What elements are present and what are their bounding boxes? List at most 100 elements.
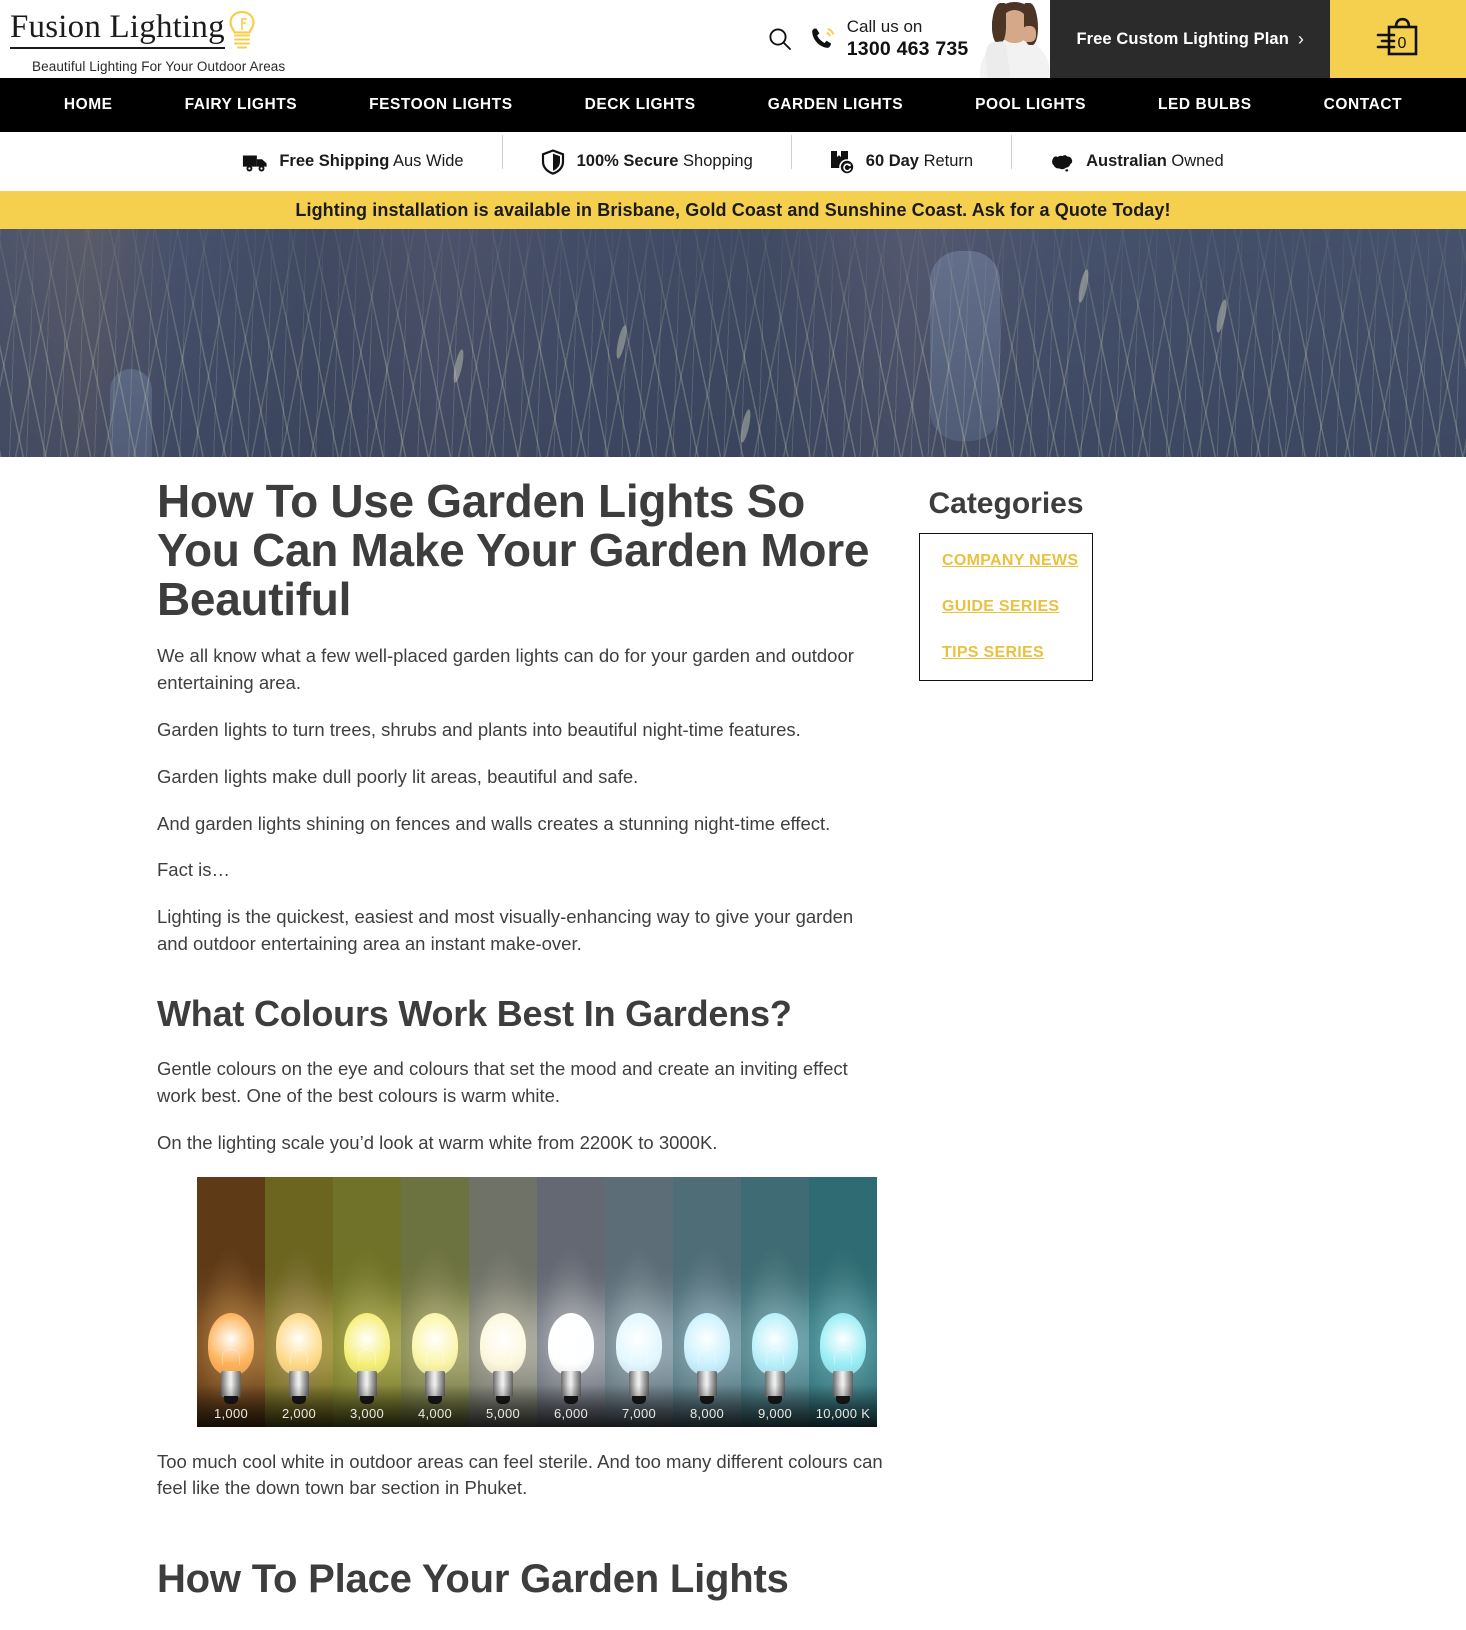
bulb-base xyxy=(425,1370,445,1404)
chevron-right-icon: › xyxy=(1297,28,1304,49)
categories-box: COMPANY NEWS GUIDE SERIES TIPS SERIES xyxy=(919,533,1093,681)
article-column: How To Use Garden Lights So You Can Make… xyxy=(0,477,905,1626)
phone-block[interactable]: Call us on 1300 463 735 xyxy=(808,0,979,78)
lightbulb-icon xyxy=(820,1312,866,1375)
australia-map-icon xyxy=(1052,154,1073,171)
kelvin-label: 6,000 xyxy=(553,1405,589,1421)
sidebar-link-guide-series[interactable]: GUIDE SERIES xyxy=(942,598,1092,616)
kelvin-scale-figure: 1,000 2,000 3,000 4,000 5,000 6,000 7,000 8,000… xyxy=(197,1176,877,1427)
free-custom-lighting-plan-button[interactable]: Free Custom Lighting Plan › xyxy=(1050,0,1330,78)
kelvin-label: 7,000 xyxy=(621,1405,657,1421)
lightbulb-icon xyxy=(229,10,255,49)
return-box-icon xyxy=(830,150,855,175)
nav-item-garden-lights[interactable]: GARDEN LIGHTS xyxy=(732,96,939,114)
bulb-filament xyxy=(698,1348,716,1365)
lightbulb-icon xyxy=(276,1312,322,1375)
lightbulb-icon xyxy=(548,1312,594,1375)
cta-label: Free Custom Lighting Plan xyxy=(1076,29,1289,48)
trust-item-free-shipping: Free Shipping Aus Wide xyxy=(204,149,501,175)
kelvin-label: 4,000 xyxy=(417,1405,453,1421)
site-header: Fusion Lighting Beautiful Lighting For Y… xyxy=(0,0,1466,78)
nav-item-led-bulbs[interactable]: LED BULBS xyxy=(1122,96,1288,114)
trust-item-secure-shopping: 100% Secure Shopping xyxy=(501,134,791,175)
bulb-base xyxy=(357,1370,377,1404)
sidebar-link-company-news[interactable]: COMPANY NEWS xyxy=(942,552,1092,570)
phone-number[interactable]: 1300 463 735 xyxy=(847,37,969,61)
lightbulb-icon xyxy=(344,1312,390,1375)
bulb-base xyxy=(833,1370,853,1404)
bulb-filament xyxy=(562,1348,580,1365)
lightbulb-icon xyxy=(752,1312,798,1375)
search-button[interactable] xyxy=(752,0,808,78)
trust-label-rest: Aus Wide xyxy=(389,152,464,170)
lightbulb-icon xyxy=(208,1312,254,1375)
trust-bar: Free Shipping Aus Wide 100% Secure Shopp… xyxy=(0,132,1466,191)
cart-count: 0 xyxy=(1398,35,1407,52)
bulb-base xyxy=(561,1370,581,1404)
paragraph-fact-is: Fact is… xyxy=(157,859,230,881)
bulb-filament xyxy=(222,1348,240,1365)
lightbulb-icon xyxy=(684,1312,730,1375)
kelvin-cell: 6,000 xyxy=(537,1176,605,1427)
trust-label-strong: 60 Day xyxy=(865,152,919,170)
sidebar-link-tips-series[interactable]: TIPS SERIES xyxy=(942,644,1092,662)
trust-item-60-day-return: 60 Day Return xyxy=(790,134,1011,175)
nav-item-deck-lights[interactable]: DECK LIGHTS xyxy=(549,96,732,114)
kelvin-label: 10,000 K xyxy=(815,1405,871,1421)
nav-item-fairy-lights[interactable]: FAIRY LIGHTS xyxy=(149,96,334,114)
nav-item-festoon-lights[interactable]: FESTOON LIGHTS xyxy=(333,96,548,114)
kelvin-cell: 4,000 xyxy=(401,1176,469,1427)
section-heading-colours: What Colours Work Best In Gardens? xyxy=(157,992,792,1034)
trust-label-rest: Owned xyxy=(1166,152,1224,170)
bulb-filament xyxy=(834,1348,852,1365)
lightbulb-icon xyxy=(412,1312,458,1375)
search-icon xyxy=(769,28,791,50)
kelvin-cell: 10,000 K xyxy=(809,1176,877,1427)
trust-item-australian-owned: Australian Owned xyxy=(1011,134,1262,175)
logo-title: Fusion Lighting xyxy=(10,8,225,49)
bulb-base xyxy=(289,1370,309,1404)
kelvin-cell: 3,000 xyxy=(333,1176,401,1427)
section-heading-place-lights: How To Place Your Garden Lights xyxy=(157,1557,789,1602)
bulb-filament xyxy=(358,1348,376,1365)
phone-label: Call us on xyxy=(846,17,923,37)
lightbulb-icon xyxy=(480,1312,526,1375)
colour-temperature-scale-image: 1,000 2,000 3,000 4,000 5,000 6,000 7,000 8,000… xyxy=(197,1176,877,1427)
trust-label-strong: Australian xyxy=(1086,152,1167,170)
paragraph-colours-1: Gentle colours on the eye and colours th… xyxy=(157,1058,848,1106)
kelvin-cell: 8,000 xyxy=(673,1176,741,1427)
bulb-filament xyxy=(630,1348,648,1365)
categories-title: Categories xyxy=(928,487,1084,520)
hero-banner-image xyxy=(0,229,1466,457)
site-logo[interactable]: Fusion Lighting Beautiful Lighting For Y… xyxy=(0,0,285,78)
lightbulb-icon xyxy=(616,1312,662,1375)
nav-item-home[interactable]: HOME xyxy=(28,96,149,114)
paragraph-intro-3: Garden lights make dull poorly lit areas… xyxy=(157,765,639,787)
bulb-filament xyxy=(494,1348,512,1365)
kelvin-label: 2,000 xyxy=(281,1405,317,1421)
kelvin-cell: 9,000 xyxy=(741,1176,809,1427)
nav-item-pool-lights[interactable]: POOL LIGHTS xyxy=(939,96,1122,114)
bulb-base xyxy=(697,1370,717,1404)
bulb-base xyxy=(221,1370,241,1404)
cart-button[interactable]: 0 xyxy=(1330,0,1466,78)
shopping-bag-icon: 0 xyxy=(1376,17,1418,56)
bulb-filament xyxy=(426,1348,444,1365)
bulb-base xyxy=(493,1370,513,1404)
kelvin-cell: 1,000 xyxy=(197,1176,265,1427)
phone-icon xyxy=(811,28,834,48)
bulb-filament xyxy=(766,1348,784,1365)
kelvin-label: 8,000 xyxy=(689,1405,725,1421)
promo-banner[interactable]: Lighting installation is available in Br… xyxy=(0,191,1466,229)
kelvin-cell: 7,000 xyxy=(605,1176,673,1427)
paragraph-intro-6: Lighting is the quickest, easiest and mo… xyxy=(157,906,854,954)
sidebar: Categories COMPANY NEWS GUIDE SERIES TIP… xyxy=(905,477,1305,1626)
paragraph-cool-white: Too much cool white in outdoor areas can… xyxy=(157,1450,883,1499)
nav-item-contact[interactable]: CONTACT xyxy=(1288,96,1438,114)
paragraph-colours-2: On the lighting scale you’d look at warm… xyxy=(157,1131,718,1153)
trust-label-strong: Free Shipping xyxy=(279,152,390,170)
shield-icon xyxy=(541,148,564,175)
page-content: How To Use Garden Lights So You Can Make… xyxy=(0,457,1466,1626)
bulb-filament xyxy=(290,1348,308,1365)
kelvin-label: 1,000 xyxy=(213,1405,249,1421)
